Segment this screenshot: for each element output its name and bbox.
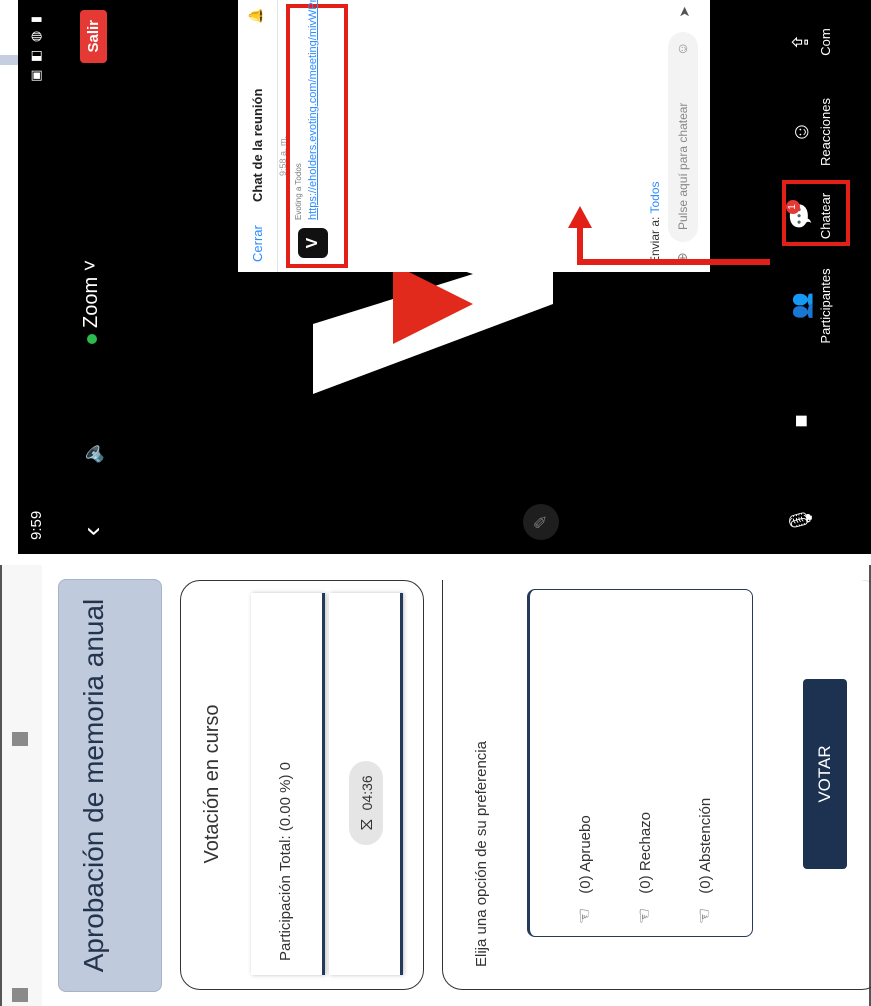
chevron-left-icon[interactable]: ‹ — [76, 527, 107, 536]
timer-value: 04:36 — [359, 775, 375, 811]
chat-title: Chat de la reunión — [250, 88, 265, 202]
meeting-link[interactable]: https://eholders.evoting.com/meeting/miv… — [306, 0, 320, 220]
option-abstencion[interactable]: ☜ (0) Abstención — [694, 798, 715, 924]
option-label: Apruebo — [577, 815, 594, 872]
option-rechazo[interactable]: ☜ (0) Rechazo — [634, 812, 655, 924]
option-count: (0) — [577, 875, 594, 894]
stage: 9:59 ▣ ◧ ◍ ▮ ‹ 🔈 Zoom ˅ Salir ✎ 🎙 ■ 👥 Pa… — [0, 0, 871, 1006]
chat-highlight-box — [782, 180, 850, 246]
shield-icon — [87, 334, 97, 344]
agenda-item-title: Aprobación de memoria anual — [58, 579, 162, 992]
leave-button[interactable]: Salir — [80, 10, 107, 63]
speaker-icon[interactable]: 🔈 — [80, 439, 105, 464]
participation-card: Participación Total: (0.00 %) 0 — [251, 593, 325, 975]
share-button[interactable]: ⇪ Com — [784, 0, 833, 84]
message-time: 9:58 a. m. — [278, 135, 288, 176]
pencil-icon[interactable]: ✎ — [523, 504, 559, 540]
message-sender: Evoting a Todos — [294, 163, 303, 220]
share-label: Com — [818, 28, 833, 56]
status-icons: ▣ ◧ ◍ ▮ — [28, 14, 43, 82]
hand-icon: ☜ — [574, 907, 594, 924]
meeting-header: ‹ 🔈 Zoom ˅ Salir — [58, 0, 128, 554]
phone-status-bar: 9:59 ▣ ◧ ◍ ▮ — [18, 0, 58, 554]
reactions-label: Reacciones — [818, 98, 833, 166]
timer-pill: ⧖ 04:36 — [349, 761, 383, 845]
option-count: (0) — [697, 875, 714, 894]
share-icon: ⇪ — [788, 32, 813, 52]
hand-icon: ☜ — [634, 907, 654, 924]
unmute-button[interactable]: 🎙 — [784, 486, 818, 554]
sender-avatar: V — [298, 228, 328, 258]
hand-icon: ☜ — [694, 907, 714, 924]
meeting-toolbar: 🎙 ■ 👥 Participantes 💬 1 Chatear ☺ Reacci… — [778, 0, 871, 554]
voting-panel: Aprobación de memoria anual Votación en … — [0, 565, 871, 1006]
annotation-arrow — [568, 206, 770, 265]
start-video-button[interactable]: ■ — [784, 356, 818, 486]
option-label: Rechazo — [637, 811, 654, 872]
participation-text: Participación Total: (0.00 %) 0 — [277, 762, 294, 961]
vote-options-card: Elija una opción de su preferencia ☜ (0)… — [442, 580, 871, 990]
vote-status-title: Votación en curso — [201, 704, 223, 864]
vote-button[interactable]: VOTAR — [803, 679, 847, 869]
reactions-button[interactable]: ☺ Reacciones — [784, 88, 833, 176]
indicator-mark — [12, 988, 28, 1002]
hourglass-icon: ⧖ — [356, 818, 376, 831]
participants-label: Participantes — [818, 268, 833, 344]
vote-prompt: Elija una opción de su preferencia — [473, 741, 490, 967]
vote-status-card: Votación en curso Participación Total: (… — [180, 580, 424, 990]
option-label: Abstención — [697, 797, 714, 872]
zoom-label: Zoom ˅ — [80, 259, 102, 328]
option-apruebo[interactable]: ☜ (0) Apruebo — [574, 815, 595, 924]
mic-off-icon: 🎙 — [788, 506, 813, 534]
chat-header: Cerrar Chat de la reunión 🔔 — [238, 0, 278, 272]
send-icon[interactable]: ➤ — [676, 6, 693, 18]
camera-off-icon: ■ — [788, 414, 813, 428]
timer-card: ⧖ 04:36 — [329, 593, 403, 975]
vote-options-list: ☜ (0) Apruebo ☜ (0) Rechazo ☜ (0) Absten… — [527, 589, 753, 937]
bell-icon[interactable]: 🔔 — [248, 8, 264, 24]
status-time: 9:59 — [28, 510, 45, 540]
indicator-mark — [12, 732, 28, 746]
sidebar-strip — [2, 565, 42, 1006]
emoji-icon: ☺ — [788, 120, 813, 144]
close-chat-button[interactable]: Cerrar — [250, 225, 265, 262]
chat-message-highlight: V Evoting a Todos https://eholders.evoti… — [286, 0, 348, 268]
option-count: (0) — [637, 875, 654, 894]
participants-button[interactable]: 👥 Participantes — [784, 256, 833, 356]
participants-icon: 👥 — [788, 292, 813, 320]
zoom-menu[interactable]: Zoom ˅ — [80, 260, 103, 344]
emoji-icon[interactable]: ☺ — [674, 42, 690, 56]
